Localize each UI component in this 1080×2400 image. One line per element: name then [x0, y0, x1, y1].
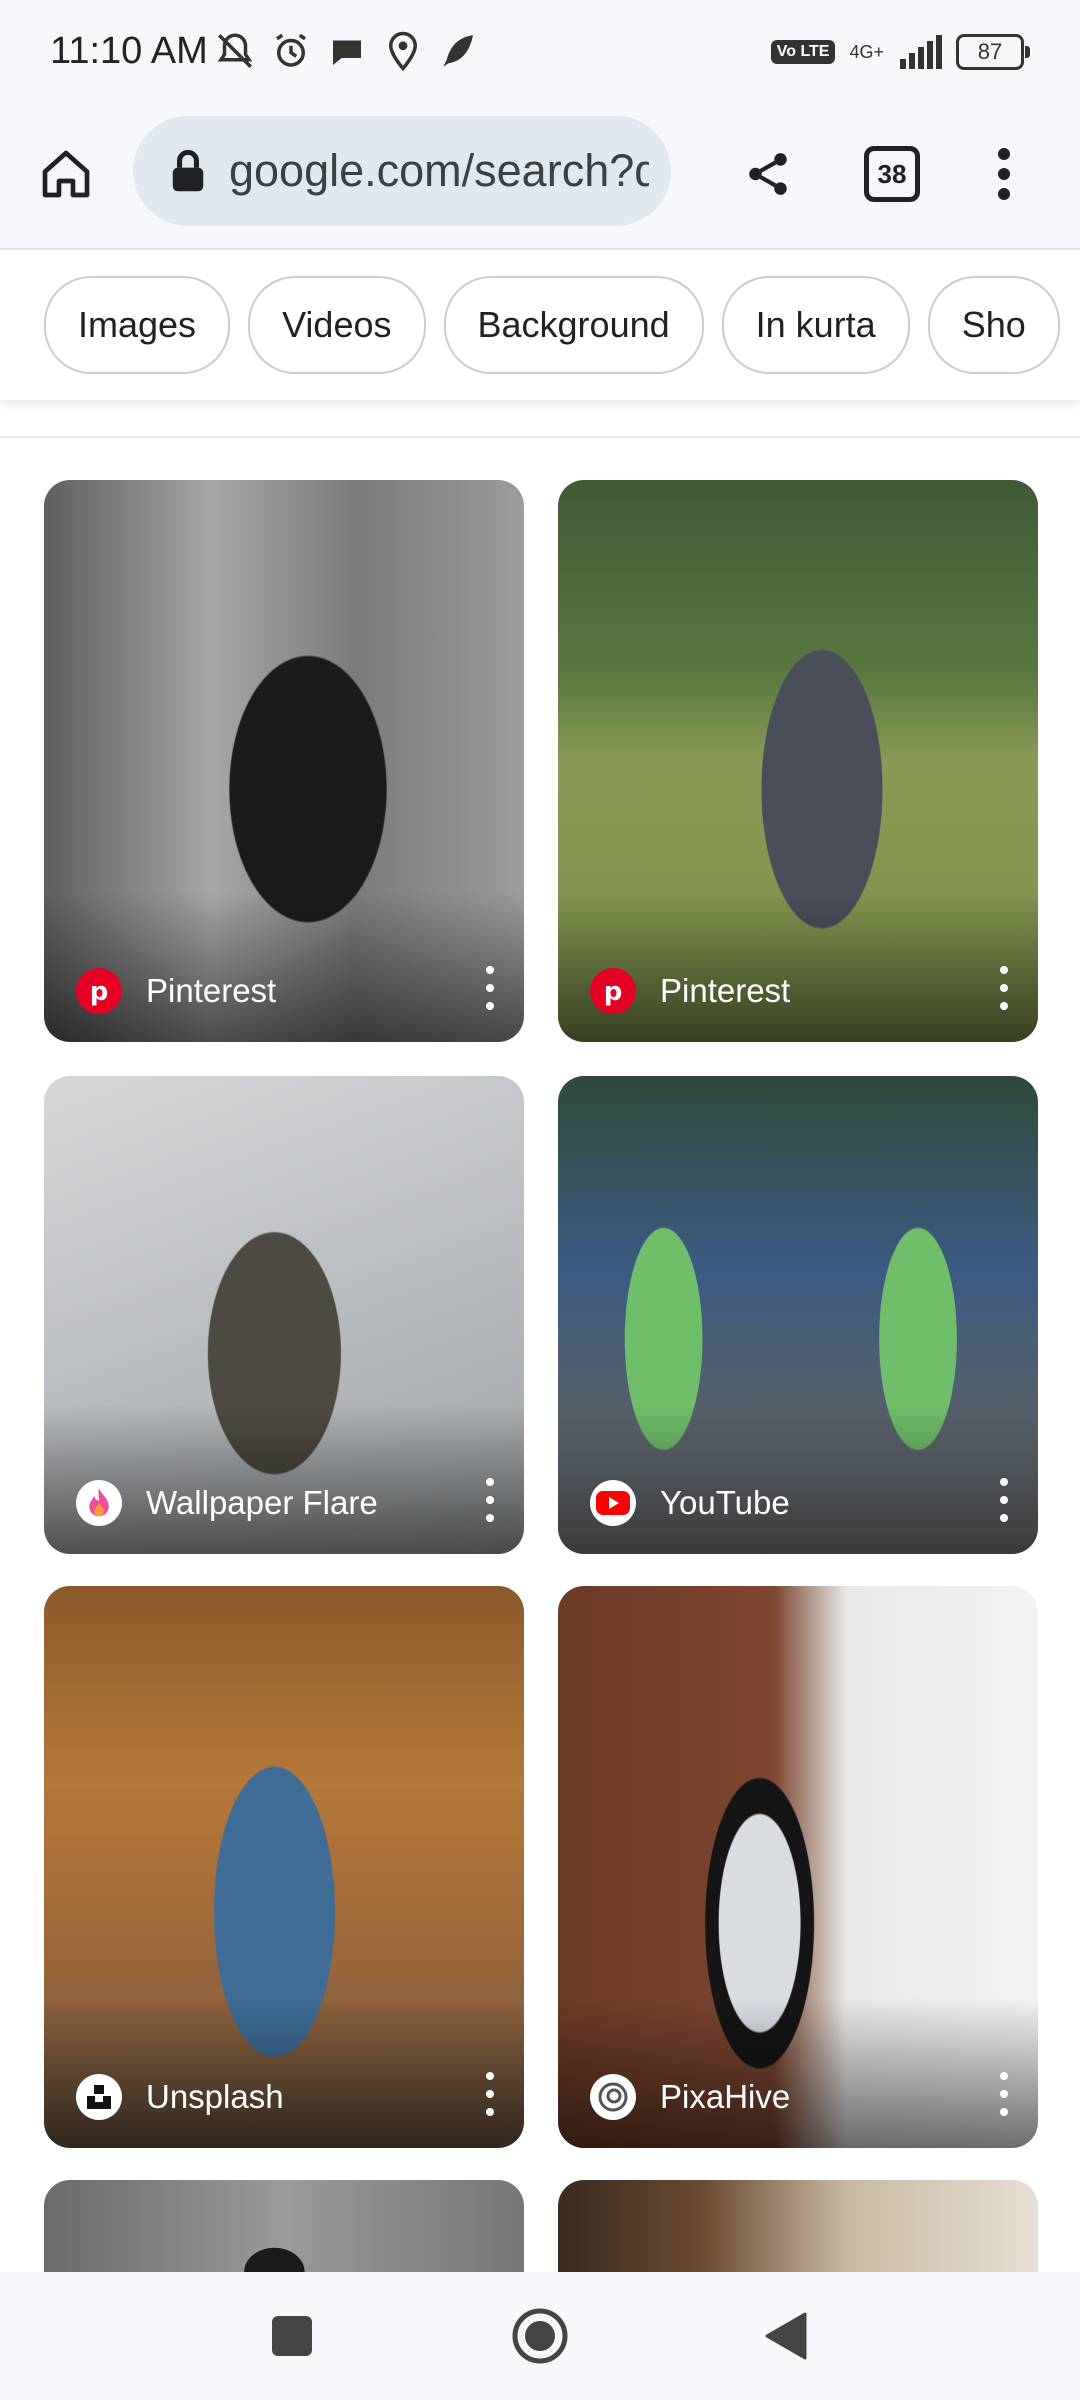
tab-count: 38 — [864, 146, 920, 202]
pinterest-icon: p — [590, 968, 636, 1014]
image-result[interactable]: PixaHive — [558, 1586, 1038, 2148]
results-divider — [0, 436, 1080, 438]
result-more-button[interactable] — [992, 2072, 1016, 2116]
alarm-icon — [276, 33, 306, 67]
status-right: Vo LTE 4G+ 87 — [770, 34, 1030, 70]
result-source: Wallpaper Flare — [76, 1480, 378, 1526]
home-nav-button[interactable] — [510, 2306, 570, 2366]
image-result[interactable] — [44, 2180, 524, 2272]
more-vert-icon — [998, 148, 1010, 200]
filter-chips-bar: Images Videos Background In kurta Sho — [0, 250, 1080, 400]
wallpaper-flare-icon — [76, 1480, 122, 1526]
recents-button[interactable] — [262, 2306, 322, 2366]
feather-icon — [443, 35, 473, 67]
url-text[interactable]: google.com/search?q — [229, 145, 649, 197]
mute-icon — [217, 33, 253, 68]
result-more-button[interactable] — [478, 966, 502, 1010]
result-source: YouTube — [590, 1480, 790, 1526]
url-bar[interactable]: google.com/search?q — [133, 116, 671, 226]
pixahive-icon — [590, 2074, 636, 2120]
tab-switcher-button[interactable]: 38 — [858, 140, 926, 208]
source-name: PixaHive — [660, 2078, 791, 2115]
result-more-button[interactable] — [478, 2072, 502, 2116]
chip-background[interactable]: Background — [443, 276, 704, 374]
youtube-icon — [590, 1480, 636, 1526]
recents-icon — [272, 2316, 312, 2356]
back-icon — [765, 2312, 807, 2360]
chip-videos[interactable]: Videos — [248, 276, 426, 374]
svg-text:p: p — [604, 977, 623, 1006]
result-image — [558, 2180, 1038, 2272]
back-button[interactable] — [756, 2306, 816, 2366]
result-image — [44, 2180, 524, 2272]
unsplash-icon — [76, 2074, 122, 2120]
image-result[interactable]: Wallpaper Flare — [44, 1076, 524, 1554]
filter-chips: Images Videos Background In kurta Sho — [44, 276, 1060, 374]
source-name: Pinterest — [146, 972, 277, 1009]
network-type: 4G+ — [849, 42, 884, 62]
browser-toolbar: google.com/search?q 38 — [0, 104, 1080, 250]
home-icon — [42, 150, 90, 198]
share-button[interactable] — [732, 138, 804, 210]
result-source: p Pinterest — [76, 968, 276, 1014]
volte-badge: Vo LTE — [770, 40, 836, 64]
result-source: PixaHive — [590, 2074, 790, 2120]
status-bar: 11:10 AM Vo LTE 4G+ 87 — [0, 0, 1080, 104]
battery-indicator: 87 — [956, 34, 1030, 70]
image-result[interactable] — [558, 2180, 1038, 2272]
pinterest-icon: p — [76, 968, 122, 1014]
system-nav-bar — [0, 2272, 1080, 2400]
location-icon — [388, 31, 418, 72]
more-menu-button[interactable] — [968, 138, 1040, 210]
image-result[interactable]: p Pinterest — [44, 480, 524, 1042]
signal-icon — [900, 35, 942, 69]
chip-shorts[interactable]: Sho — [927, 276, 1060, 374]
chip-in-kurta[interactable]: In kurta — [721, 276, 910, 374]
result-more-button[interactable] — [992, 966, 1016, 1010]
svg-text:p: p — [90, 977, 109, 1006]
source-name: YouTube — [660, 1484, 790, 1521]
image-result[interactable]: Unsplash — [44, 1586, 524, 2148]
status-icons — [214, 30, 480, 72]
result-source: p Pinterest — [590, 968, 790, 1014]
source-name: Wallpaper Flare — [146, 1484, 378, 1521]
lock-icon — [172, 149, 204, 192]
source-name: Unsplash — [146, 2078, 284, 2115]
result-more-button[interactable] — [478, 1478, 502, 1522]
home-circle-icon — [512, 2308, 568, 2364]
share-icon — [749, 153, 787, 195]
home-button[interactable] — [30, 138, 102, 210]
chat-icon — [333, 40, 361, 65]
status-time: 11:10 AM — [50, 30, 208, 72]
image-result[interactable]: YouTube — [558, 1076, 1038, 1554]
image-result[interactable]: p Pinterest — [558, 480, 1038, 1042]
result-more-button[interactable] — [992, 1478, 1016, 1522]
chip-images[interactable]: Images — [44, 276, 231, 374]
result-source: Unsplash — [76, 2074, 284, 2120]
source-name: Pinterest — [660, 972, 791, 1009]
